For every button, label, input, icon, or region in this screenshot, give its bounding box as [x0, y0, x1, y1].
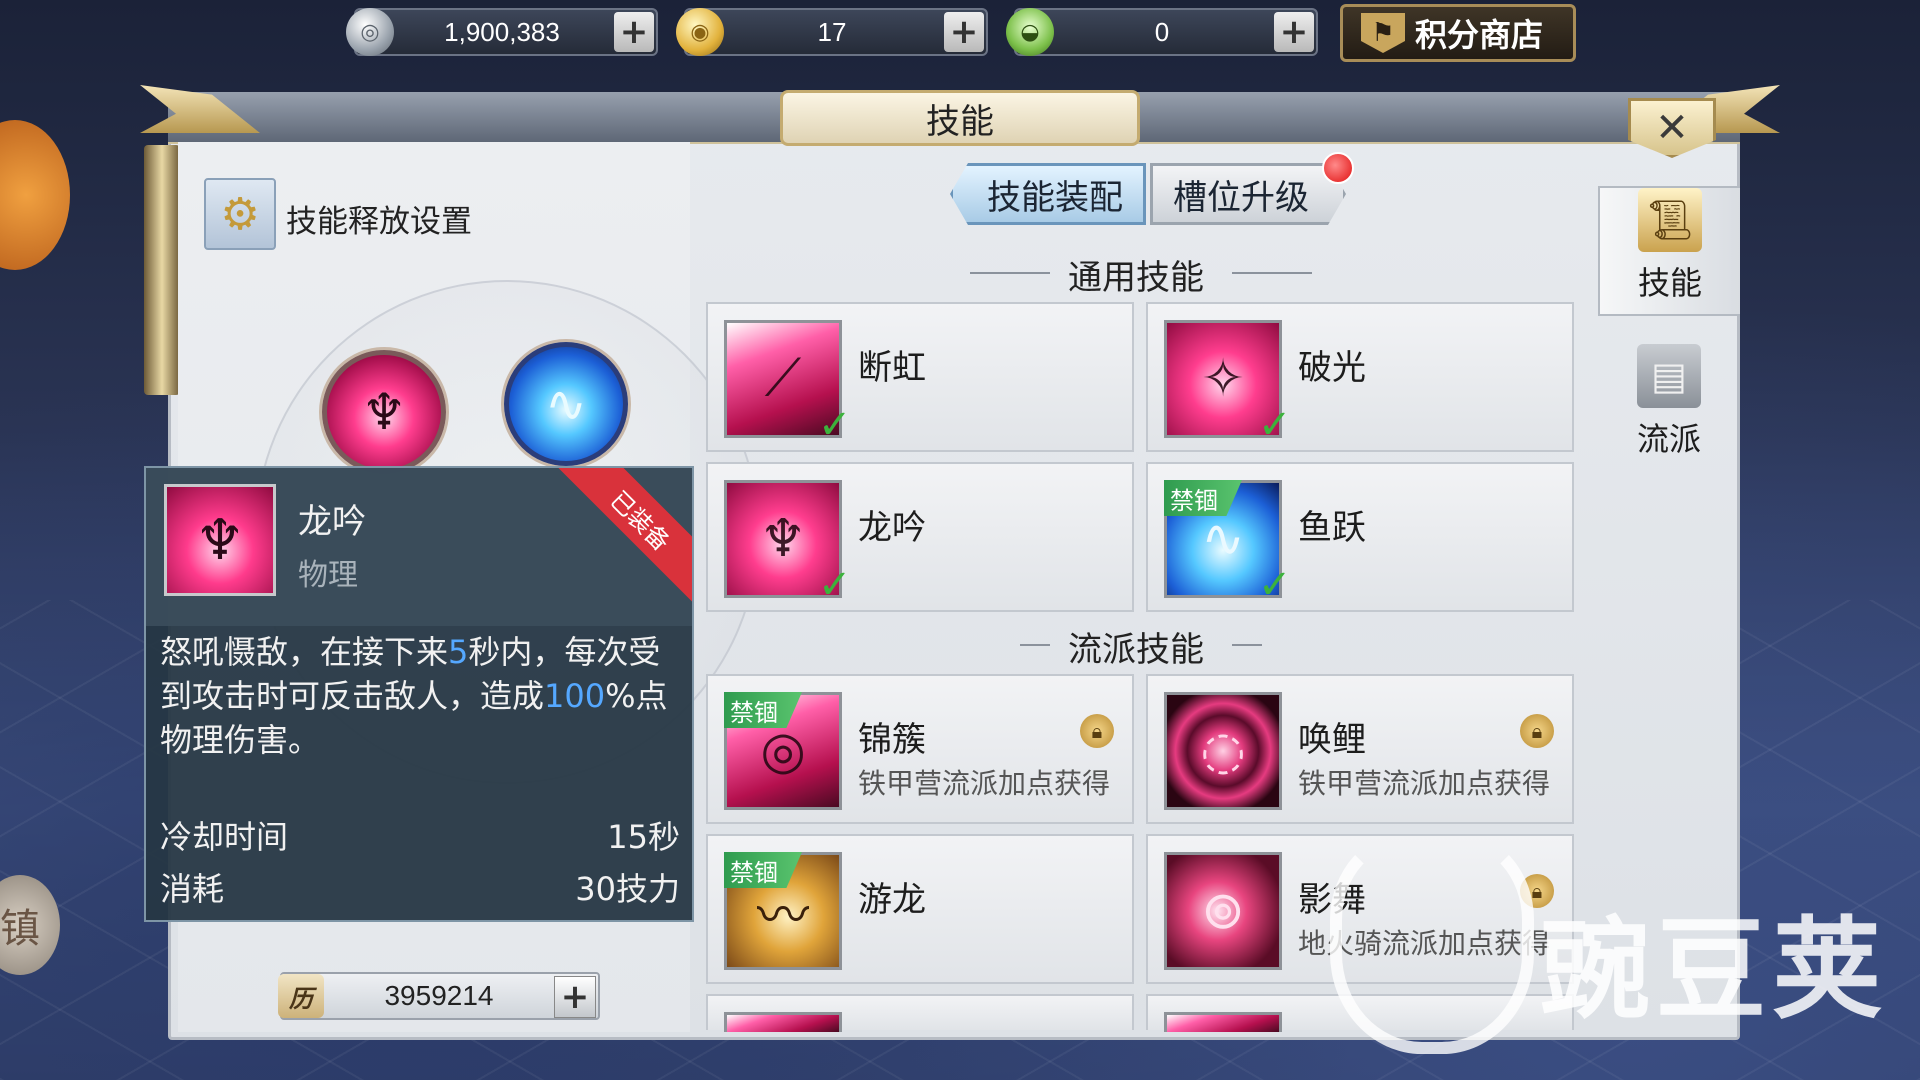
add-silver-button[interactable]: +: [614, 12, 654, 52]
orbit-glyph: ⊚: [1201, 881, 1245, 941]
desc-part: 怒吼慑敌，在接下来: [160, 633, 449, 671]
skill-slot-yuyue[interactable]: ∿: [504, 342, 628, 466]
skill-name: 鱼跃: [1298, 508, 1366, 548]
settings-gear-button[interactable]: ⚙: [204, 178, 276, 250]
watermark-logo: [1330, 830, 1534, 1054]
cooldown-row: 冷却时间 15秒: [160, 812, 680, 858]
skill-card-jincu[interactable]: ◎ 禁锢 锦簇 铁甲营流派加点获得 🔒︎: [706, 674, 1134, 824]
divider-right: [1232, 644, 1262, 646]
tooltip-skill-type: 物理: [298, 558, 358, 593]
desc-duration: 5: [448, 633, 469, 671]
skill-card-partial[interactable]: [706, 994, 1134, 1032]
divider-left: [970, 272, 1050, 274]
lock-icon: 🔒︎: [1520, 714, 1554, 748]
skill-name: 断虹: [858, 348, 926, 388]
currency-ingot-value: 0: [1154, 16, 1170, 47]
side-tab-skill[interactable]: 📜︎ 技能: [1598, 186, 1740, 316]
points-shop-label: 积分商店: [1415, 16, 1544, 54]
side-activity-icon[interactable]: [0, 120, 70, 270]
cooldown-label: 冷却时间: [160, 818, 289, 856]
warrior-figure-icon: ♆: [194, 507, 246, 573]
lantern-ornament: [144, 145, 180, 395]
wave-icon: ∿: [545, 375, 587, 433]
divider-left: [1020, 644, 1050, 646]
school-skills-title: 流派技能: [1068, 630, 1204, 670]
side-tab-label: 技能: [1637, 264, 1702, 302]
general-skills-title: 通用技能: [1068, 258, 1204, 298]
burst-glyph: ✧: [1201, 349, 1245, 409]
points-shop-button[interactable]: ⚑ 积分商店: [1340, 4, 1576, 62]
tooltip-description: 怒吼慑敌，在接下来5秒内，每次受到攻击时可反击敌人，造成100%点物理伤害。: [160, 630, 680, 762]
skill-slot-longyin[interactable]: ♆: [322, 350, 446, 474]
warrior-glyph: ♆: [759, 509, 807, 569]
skill-name: 游龙: [858, 880, 926, 920]
equipped-check-icon: ✓: [1258, 562, 1292, 608]
currency-silver: ◎ 1,900,383 +: [346, 8, 658, 56]
side-tab-school[interactable]: ▤ 流派: [1598, 340, 1740, 470]
skill-card-huanli[interactable]: ◌ 唤鲤 铁甲营流派加点获得 🔒︎: [1146, 674, 1574, 824]
equipped-check-icon: ✓: [818, 562, 852, 608]
skill-card-poguang[interactable]: ✧ ✓ 破光: [1146, 302, 1574, 452]
currency-gold: ◉ 17 +: [676, 8, 988, 56]
shop-banner-icon: ⚑: [1361, 13, 1405, 53]
tooltip-skill-name: 龙吟: [298, 502, 366, 542]
skill-unlock-note: 铁甲营流派加点获得: [1298, 767, 1551, 800]
cooldown-value: 15秒: [607, 818, 680, 856]
ring-glyph: ◌: [1200, 721, 1246, 781]
ingot-icon: ◒: [1006, 8, 1054, 56]
skill-name: 龙吟: [858, 508, 926, 548]
skill-points-value: 3959214: [384, 980, 494, 1011]
tab-slot-upgrade[interactable]: 槽位升级: [1150, 163, 1346, 225]
side-tab-label: 流派: [1636, 420, 1701, 458]
skill-name: 破光: [1298, 348, 1366, 388]
book-icon: ▤: [1637, 344, 1701, 408]
panel-title: 技能: [780, 90, 1140, 146]
vortex-glyph: ◎: [760, 721, 806, 781]
skill-points-currency: 历 3959214 +: [278, 972, 600, 1020]
ring-icon: ◌: [1164, 692, 1282, 810]
silver-coin-icon: ◎: [346, 8, 394, 56]
cost-row: 消耗 30技力: [160, 864, 680, 910]
skill-name: 唤鲤: [1298, 720, 1366, 760]
warrior-figure-icon: ♆: [361, 383, 407, 441]
orbit-icon: ⊚: [1164, 852, 1282, 970]
tab-skill-equip[interactable]: 技能装配: [950, 163, 1146, 225]
watermark-text: 豌豆荚: [1540, 906, 1888, 1034]
skill-card-youlong[interactable]: 〰 禁锢 游龙: [706, 834, 1134, 984]
skill-icon-partial: [1164, 1012, 1282, 1032]
currency-silver-value: 1,900,383: [444, 16, 560, 47]
skill-unlock-note: 铁甲营流派加点获得: [858, 767, 1111, 800]
add-gold-button[interactable]: +: [944, 12, 984, 52]
divider-right: [1232, 272, 1312, 274]
cost-label: 消耗: [160, 870, 225, 908]
scroll-icon: 📜︎: [1638, 188, 1702, 252]
currency-gold-value: 17: [817, 16, 847, 47]
release-settings-label: 技能释放设置: [286, 204, 472, 240]
currency-ingot: ◒ 0 +: [1006, 8, 1318, 56]
slash-glyph: ⟋: [764, 348, 802, 409]
skill-card-duanhong[interactable]: ⟋ ✓ 断虹: [706, 302, 1134, 452]
add-skill-points-button[interactable]: +: [554, 976, 596, 1018]
experience-icon: 历: [278, 974, 324, 1018]
skill-card-yuyue[interactable]: ∿ 禁锢 ✓ 鱼跃: [1146, 462, 1574, 612]
skill-card-longyin[interactable]: ♆ ✓ 龙吟: [706, 462, 1134, 612]
cost-value: 30技力: [575, 870, 680, 908]
desc-damage-percent: 100: [544, 677, 606, 715]
add-ingot-button[interactable]: +: [1274, 12, 1314, 52]
skill-name: 锦簇: [858, 720, 926, 760]
lock-icon: 🔒︎: [1080, 714, 1114, 748]
notification-dot: [1322, 152, 1354, 184]
skill-tooltip: ♆ 龙吟 物理 已装备 怒吼慑敌，在接下来5秒内，每次受到攻击时可反击敌人，造成…: [144, 466, 694, 922]
equipped-check-icon: ✓: [1258, 402, 1292, 448]
tooltip-skill-icon: ♆: [164, 484, 276, 596]
gear-icon: ⚙: [220, 188, 260, 240]
equipped-check-icon: ✓: [818, 402, 852, 448]
skill-tabs: 技能装配 槽位升级: [950, 163, 1346, 225]
skill-icon-partial: [724, 1012, 842, 1032]
gold-coin-icon: ◉: [676, 8, 724, 56]
wave-glyph: ∿: [1201, 509, 1245, 569]
close-icon: ✕: [1655, 105, 1689, 151]
